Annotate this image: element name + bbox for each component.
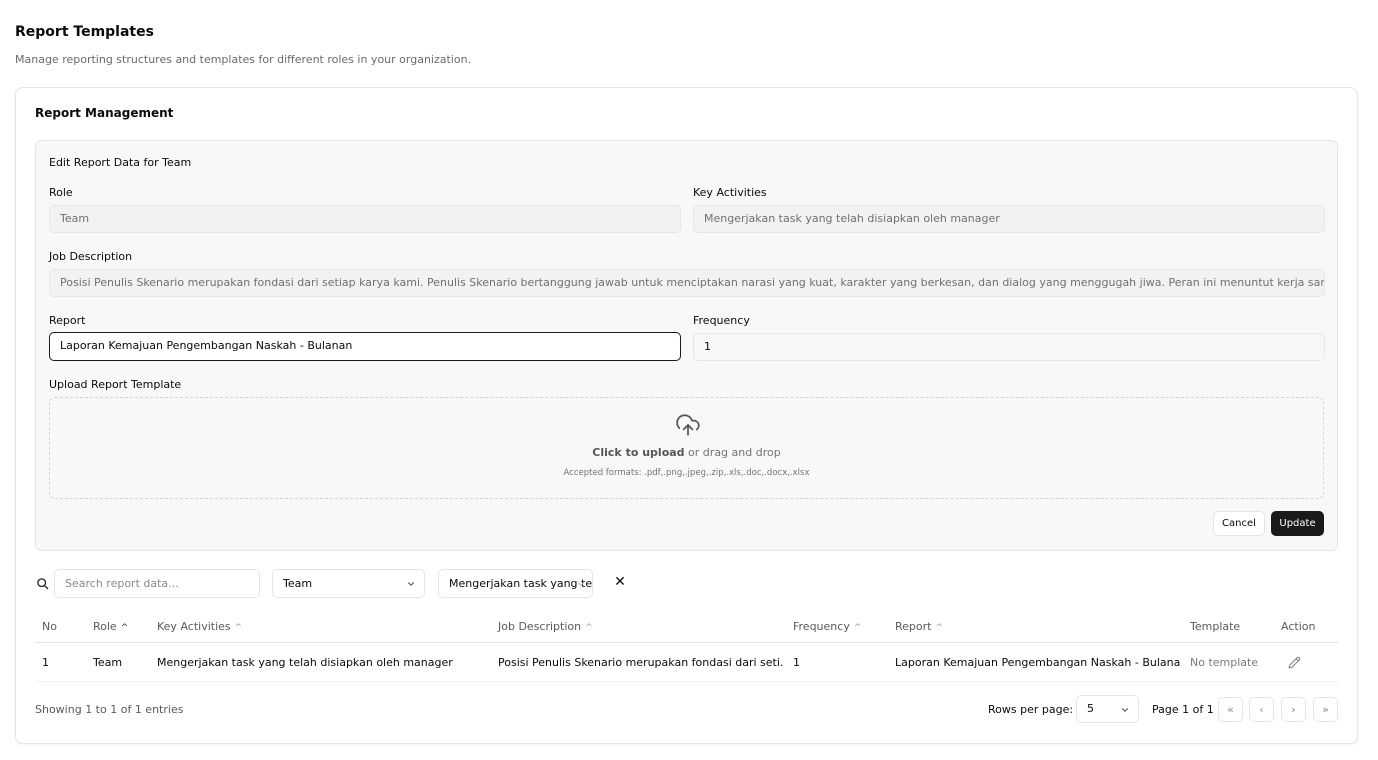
column-header-frequency[interactable]: Frequency ^ xyxy=(793,620,861,633)
chevron-down-icon xyxy=(1120,705,1130,715)
key-activities-label: Key Activities xyxy=(693,186,767,199)
report-label: Report xyxy=(49,314,86,327)
job-description-label: Job Description xyxy=(49,250,133,263)
column-header-role[interactable]: Role ^ xyxy=(93,620,128,633)
role-label: Role xyxy=(49,186,73,199)
report-management-card: Report Management Edit Report Data for T… xyxy=(15,87,1358,744)
role-field: Team xyxy=(49,205,681,233)
column-header-report[interactable]: Report ^ xyxy=(895,620,943,633)
page-title: Report Templates xyxy=(15,24,154,40)
entries-summary: Showing 1 to 1 of 1 entries xyxy=(35,703,184,716)
cell-report: Laporan Kemajuan Pengembangan Naskah - B… xyxy=(895,656,1180,669)
chevron-down-icon xyxy=(576,579,586,589)
previous-page-button[interactable]: ‹ xyxy=(1249,697,1274,722)
first-page-button[interactable]: « xyxy=(1218,697,1243,722)
last-page-button[interactable]: » xyxy=(1313,697,1338,722)
sort-up-icon: ^ xyxy=(234,623,243,633)
job-description-field: Posisi Penulis Skenario merupakan fondas… xyxy=(49,269,1325,297)
cell-key-activities: Mengerjakan task yang telah disiapkan ol… xyxy=(157,656,453,669)
key-activities-field: Mengerjakan task yang telah disiapkan ol… xyxy=(693,205,1325,233)
upload-click-text[interactable]: Click to upload xyxy=(592,446,684,459)
cell-job-description: Posisi Penulis Skenario merupakan fondas… xyxy=(498,656,783,669)
sort-up-icon: ^ xyxy=(853,623,862,633)
edit-panel-title: Edit Report Data for Team xyxy=(49,156,192,169)
next-page-button[interactable]: › xyxy=(1281,697,1306,722)
sort-up-icon: ^ xyxy=(585,623,593,633)
upload-label: Upload Report Template xyxy=(49,378,182,391)
clear-filters-icon[interactable]: ✕ xyxy=(613,575,627,589)
activity-filter-value: Mengerjakan task yang telah disiapkan ol… xyxy=(449,577,593,590)
card-title: Report Management xyxy=(35,106,174,120)
column-header-no: No xyxy=(42,620,57,633)
upload-rest-text: or drag and drop xyxy=(684,446,781,459)
search-icon xyxy=(36,577,49,590)
cell-role: Team xyxy=(93,656,123,669)
sort-up-icon: ^ xyxy=(935,623,944,633)
frequency-input[interactable]: 1 xyxy=(693,333,1325,361)
column-header-template: Template xyxy=(1190,620,1241,633)
rows-per-page-label: Rows per page: xyxy=(988,703,1074,716)
rows-per-page-select[interactable]: 5 xyxy=(1076,695,1139,723)
search-input[interactable]: Search report data... xyxy=(54,569,260,598)
column-header-action: Action xyxy=(1281,620,1316,633)
upload-formats: Accepted formats: .pdf,.png,.jpeg,.zip,.… xyxy=(563,468,810,478)
pencil-icon[interactable] xyxy=(1288,656,1301,669)
activity-filter-select[interactable]: Mengerjakan task yang telah disiapkan ol… xyxy=(438,569,593,598)
role-filter-value: Team xyxy=(283,577,313,590)
update-button[interactable]: Update xyxy=(1271,511,1324,536)
page-subtitle: Manage reporting structures and template… xyxy=(15,53,472,66)
role-filter-select[interactable]: Team xyxy=(272,569,425,598)
frequency-label: Frequency xyxy=(693,314,750,327)
cancel-button[interactable]: Cancel xyxy=(1213,511,1265,536)
column-header-job-description[interactable]: Job Description ^ xyxy=(498,620,593,633)
page-info: Page 1 of 1 xyxy=(1152,703,1214,716)
upload-dropzone[interactable]: Click to upload or drag and drop Accepte… xyxy=(49,397,1324,499)
edit-report-panel: Edit Report Data for Team Role Team Key … xyxy=(35,140,1338,551)
report-input[interactable]: Laporan Kemajuan Pengembangan Naskah - B… xyxy=(49,332,681,361)
table-row-divider xyxy=(35,681,1338,682)
cell-template: No template xyxy=(1190,656,1259,669)
column-header-key-activities[interactable]: Key Activities ^ xyxy=(157,620,242,633)
rows-per-page-value: 5 xyxy=(1087,702,1094,715)
upload-instructions: Click to upload or drag and drop xyxy=(50,446,1323,459)
upload-cloud-icon xyxy=(675,412,701,438)
chevron-down-icon xyxy=(406,579,416,589)
cell-no: 1 xyxy=(42,656,49,669)
cell-frequency: 1 xyxy=(793,656,800,669)
sort-up-icon: ^ xyxy=(120,623,129,633)
table-header-divider xyxy=(35,642,1338,643)
